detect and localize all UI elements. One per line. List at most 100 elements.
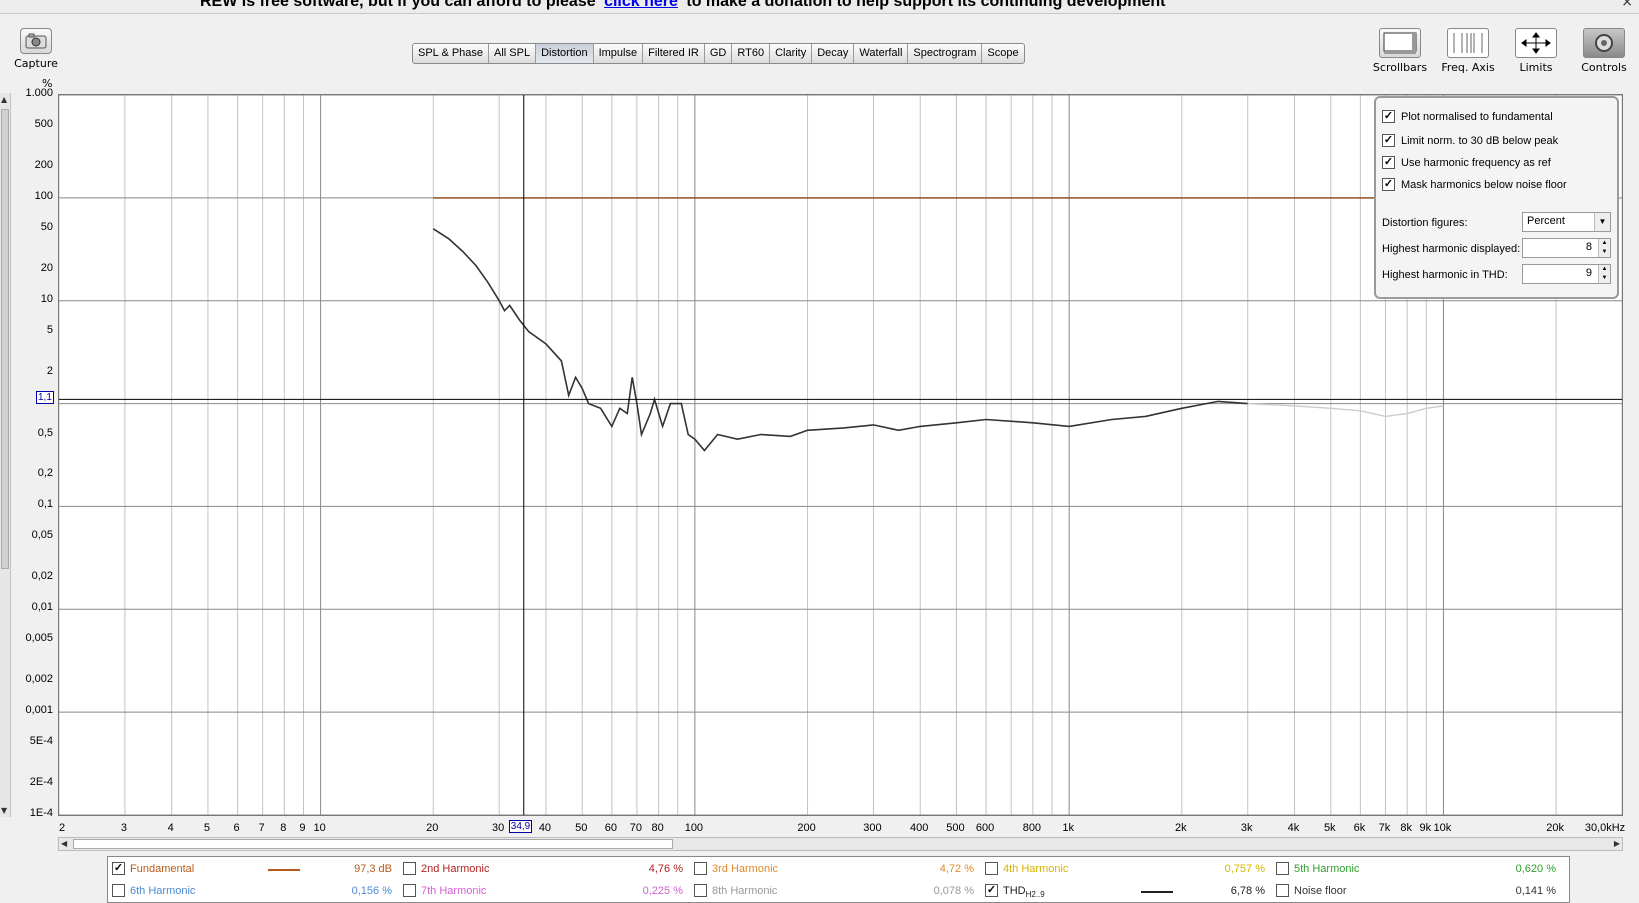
tab-decay[interactable]: Decay [812,44,855,63]
x-tick-label: 60 [604,822,617,834]
legend-checkbox[interactable] [1276,884,1289,897]
legend-value: 0,620 % [1515,863,1556,875]
distortion-figures-value: Percent [1527,215,1565,227]
x-tick-label: 10k [1433,822,1452,834]
mask-harmonics-check[interactable]: ✓ Mask harmonics below noise floor [1382,178,1567,191]
x-tick-label: 2 [58,822,66,834]
tab-clarity[interactable]: Clarity [770,44,813,63]
tab-rt60[interactable]: RT60 [732,44,771,63]
cursor-x-readout: 34,9 [508,820,533,833]
horizontal-scroll-thumb[interactable] [73,839,673,849]
plot-normalised-check[interactable]: ✓ Plot normalised to fundamental [1382,110,1553,123]
x-tick-label: 7 [258,822,265,834]
tab-filtered-ir[interactable]: Filtered IR [643,44,705,63]
scroll-right-icon[interactable]: ▶ [1614,839,1620,848]
capture-button[interactable]: Capture [10,28,62,70]
tab-spectrogram[interactable]: Spectrogram [908,44,983,63]
tab-impulse[interactable]: Impulse [594,44,644,63]
x-tick-label: 3 [120,822,127,834]
trace-legend: ✓ Fundamental 97,3 dB 2nd Harmonic 4,76 % 3rd… [107,856,1570,903]
legend-item-thd: ✓ THDH2..9 6,78 % [981,881,1271,901]
graph-tabs: SPL & Phase All SPL Distortion Impulse Filte… [412,43,1025,64]
legend-checkbox[interactable]: ✓ [112,862,125,875]
x-tick-label: 9 [299,822,306,834]
x-tick-label: 2k [1175,822,1187,834]
x-tick-label: 50 [575,822,588,834]
vertical-scroll-thumb[interactable] [1,109,9,569]
harmonic-ref-check[interactable]: ✓ Use harmonic frequency as ref [1382,156,1551,169]
tab-scope[interactable]: Scope [982,44,1023,63]
x-tick-label: 7k [1378,822,1391,834]
legend-value: 6,78 % [1230,885,1265,897]
legend-value: 4,76 % [648,863,683,875]
legend-value: 0,156 % [351,885,392,897]
donation-link[interactable]: click here [604,0,678,10]
controls-label: Controls [1581,61,1627,74]
legend-checkbox[interactable]: ✓ [985,884,998,897]
x-tick-label: 300 [863,822,882,834]
legend-name: 2nd Harmonic [421,863,490,875]
legend-checkbox[interactable] [694,862,707,875]
x-tick-label: 800 [1022,822,1042,834]
x-tick-label: 4k [1287,822,1300,834]
x-tick-label: 6k [1353,822,1366,834]
distortion-figures-label: Distortion figures: [1382,217,1468,229]
tab-all-spl[interactable]: All SPL [489,44,537,63]
distortion-figures-select[interactable]: Percent ▼ [1522,212,1611,232]
limits-button[interactable]: Limits [1505,28,1567,74]
legend-name: 3rd Harmonic [712,863,779,875]
x-tick-label: 6 [233,822,240,834]
scrollbars-icon [1379,28,1421,58]
legend-value: 0,757 % [1224,863,1265,875]
vertical-scrollbar[interactable]: ▲ ▼ [0,93,11,817]
checkbox[interactable]: ✓ [1382,134,1395,147]
highest-displayed-spinner[interactable]: 8 ▲ ▼ [1522,238,1611,258]
scroll-left-icon[interactable]: ◀ [61,839,67,848]
banner-close-button[interactable]: × [1621,0,1633,10]
tab-spl-phase[interactable]: SPL & Phase [413,44,490,63]
legend-checkbox[interactable] [403,884,416,897]
legend-checkbox[interactable] [1276,862,1289,875]
cursor-y-readout: 1,1 [36,391,54,405]
x-tick-label: 40 [538,822,552,834]
tab-distortion[interactable]: Distortion [536,44,594,63]
legend-value: 4,72 % [939,863,974,875]
x-tick-label: 9k [1419,822,1432,834]
legend-name: 4th Harmonic [1003,863,1069,875]
x-tick-label: 100 [684,822,704,834]
legend-checkbox[interactable] [694,884,707,897]
tab-waterfall[interactable]: Waterfall [854,44,909,63]
distortion-controls-panel: ✓ Plot normalised to fundamental ✓ Limit… [1374,96,1619,299]
donation-text: REW is free software, but if you can aff… [200,0,1165,11]
legend-checkbox[interactable] [985,862,998,875]
scrollbars-button[interactable]: Scrollbars [1369,28,1431,74]
series-thd-masked- [1247,402,1444,418]
legend-value: 0,078 % [933,885,974,897]
limits-label: Limits [1519,61,1553,74]
limit-norm-check[interactable]: ✓ Limit norm. to 30 dB below peak [1382,134,1558,147]
spinner-arrows-icon[interactable]: ▲ ▼ [1598,239,1610,257]
freq-axis-button[interactable]: Freq. Axis [1437,28,1499,74]
scroll-down-icon[interactable]: ▼ [1,806,7,815]
legend-value: 97,3 dB [354,863,392,875]
banner-text-after: to make a donation to help support its c… [686,0,1166,10]
scroll-up-icon[interactable]: ▲ [1,95,7,104]
right-toolbar: Scrollbars Freq. Axis Limits Controls [1369,28,1639,76]
controls-button[interactable]: Controls [1573,28,1635,74]
highest-thd-spinner[interactable]: 9 ▲ ▼ [1522,264,1611,284]
checkbox[interactable]: ✓ [1382,156,1395,169]
spinner-arrows-icon[interactable]: ▲ ▼ [1598,265,1610,283]
horizontal-scrollbar[interactable]: ◀ ▶ [58,837,1623,851]
checkbox[interactable]: ✓ [1382,110,1395,123]
series-thd [432,228,1248,452]
legend-name: Fundamental [130,863,195,875]
controls-icon [1583,28,1625,58]
limits-icon [1515,28,1557,58]
legend-value: 0,141 % [1515,885,1556,897]
chevron-down-icon[interactable]: ▼ [1594,213,1610,231]
legend-checkbox[interactable] [403,862,416,875]
tab-gd[interactable]: GD [705,44,733,63]
checkbox[interactable]: ✓ [1382,178,1395,191]
legend-checkbox[interactable] [112,884,125,897]
x-tick-label: 400 [910,822,929,834]
